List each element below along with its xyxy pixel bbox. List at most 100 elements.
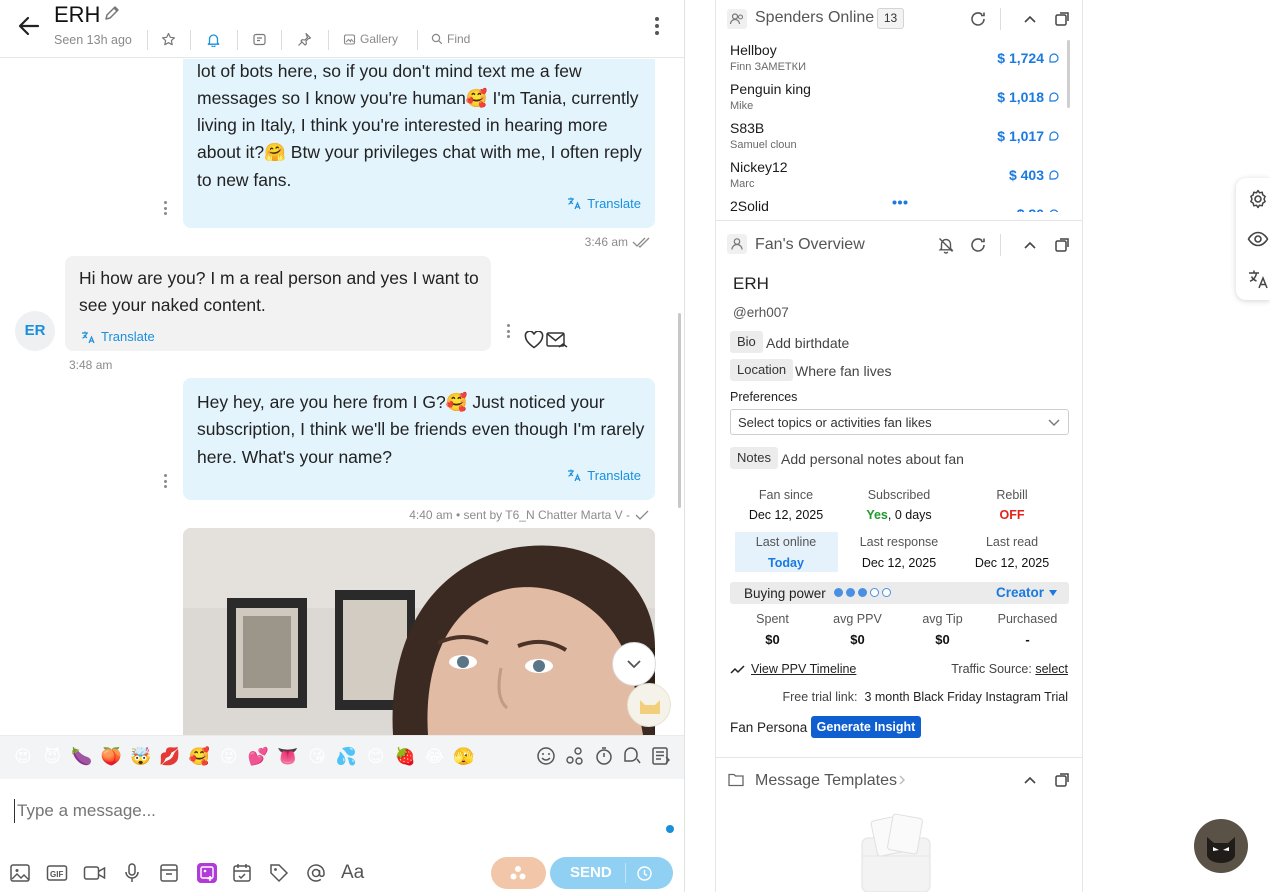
location-chip[interactable]: Location xyxy=(730,359,794,381)
chat-scrollbar[interactable] xyxy=(678,313,681,508)
chat-bubble-icon[interactable] xyxy=(1048,52,1060,64)
emoji-button[interactable]: 😂 xyxy=(424,746,446,768)
popout-icon[interactable] xyxy=(1053,236,1071,254)
schedule-clock-icon[interactable] xyxy=(636,865,653,882)
translate-link[interactable]: Translate xyxy=(567,462,641,489)
emoji-button[interactable]: 🤯 xyxy=(130,746,152,768)
chat-bubble-icon[interactable] xyxy=(1048,169,1060,181)
emoji-button[interactable]: 🍓 xyxy=(394,746,416,768)
price-tag-icon[interactable] xyxy=(268,862,290,884)
translate-link[interactable]: Translate xyxy=(81,323,155,350)
image-icon[interactable] xyxy=(9,862,31,884)
filled-dot xyxy=(834,588,843,597)
notes-input[interactable]: Add personal notes about fan xyxy=(781,451,964,467)
gear-icon[interactable] xyxy=(1247,188,1269,210)
emoji-button[interactable]: 💦 xyxy=(335,746,357,768)
script-list-icon[interactable] xyxy=(651,746,671,766)
emoji-button[interactable]: 🫣 xyxy=(453,746,475,768)
ai-assist-button[interactable] xyxy=(491,857,546,889)
pin-icon[interactable] xyxy=(297,32,312,47)
find-button[interactable]: Find xyxy=(431,31,470,47)
back-arrow-icon[interactable] xyxy=(18,15,40,37)
spender-row[interactable]: Penguin king Mike $ 1,018 xyxy=(730,81,1060,119)
refresh-icon[interactable] xyxy=(969,10,987,28)
translate-link[interactable]: Translate xyxy=(567,190,641,217)
popout-icon[interactable] xyxy=(1053,10,1071,28)
emoji-button[interactable]: 🍆 xyxy=(71,746,93,768)
vault-icon[interactable] xyxy=(158,862,180,884)
edit-pencil-icon[interactable] xyxy=(103,4,121,22)
mention-icon[interactable] xyxy=(305,862,327,884)
text-format-icon[interactable]: Aa xyxy=(341,862,367,884)
emoji-button[interactable]: 😍 xyxy=(12,746,34,768)
calendar-check-icon[interactable] xyxy=(231,862,253,884)
collapse-up-icon[interactable] xyxy=(1021,236,1039,254)
reply-mail-icon[interactable] xyxy=(546,331,568,349)
cat-widget-icon[interactable] xyxy=(627,683,671,727)
collapse-up-icon[interactable] xyxy=(1021,771,1039,789)
eye-icon[interactable] xyxy=(1247,228,1269,250)
collapse-up-icon[interactable] xyxy=(1021,10,1039,28)
location-input[interactable]: Where fan lives xyxy=(795,363,891,379)
notes-chip[interactable]: Notes xyxy=(730,447,778,469)
emoji-button[interactable]: 😈 xyxy=(41,746,63,768)
emoji-button[interactable]: 💕 xyxy=(247,746,269,768)
video-icon[interactable] xyxy=(83,862,107,884)
emoji-button[interactable]: 😊 xyxy=(365,746,387,768)
bell-icon[interactable] xyxy=(206,32,221,47)
smiley-icon[interactable] xyxy=(536,746,556,766)
overview-title: Fan's Overview xyxy=(755,236,865,253)
empty-dot xyxy=(870,588,879,597)
buying-power-tier[interactable]: Creator xyxy=(996,585,1058,600)
chevron-right-icon[interactable] xyxy=(897,774,907,786)
chat-bubble-icon[interactable] xyxy=(1048,91,1060,103)
popout-icon[interactable] xyxy=(1053,771,1071,789)
nodes-icon[interactable] xyxy=(565,746,585,766)
emoji-button[interactable]: 🥰 xyxy=(188,746,210,768)
emoji-button[interactable]: 🍑 xyxy=(100,746,122,768)
emoji-button[interactable]: 👅 xyxy=(277,746,299,768)
avatar[interactable]: ER xyxy=(15,311,55,351)
photo-attachment[interactable] xyxy=(183,528,655,735)
send-button[interactable]: SEND xyxy=(550,857,673,889)
chat-bubble-icon[interactable] xyxy=(1048,208,1060,212)
generate-insight-button[interactable]: Generate Insight xyxy=(811,716,921,738)
preferences-select[interactable]: Select topics or activities fan likes xyxy=(730,409,1069,435)
refresh-icon[interactable] xyxy=(969,236,987,254)
message-list[interactable]: lot of bots here, so if you don't mind t… xyxy=(0,59,684,735)
heart-icon[interactable] xyxy=(524,331,544,349)
spender-row[interactable]: Nickey12 Marc $ 403 xyxy=(730,159,1060,197)
gallery-button[interactable]: Gallery xyxy=(343,31,398,47)
message-options-icon[interactable] xyxy=(163,201,167,215)
chat-bubble-icon[interactable] xyxy=(622,746,642,766)
timer-icon[interactable] xyxy=(594,746,614,766)
translate-label: Translate xyxy=(587,195,641,211)
emoji-button[interactable]: 💋 xyxy=(159,746,181,768)
more-vertical-icon[interactable] xyxy=(654,16,660,36)
translate-icon[interactable] xyxy=(1247,268,1269,290)
microphone-icon[interactable] xyxy=(121,862,143,884)
gif-icon[interactable]: GIF xyxy=(46,862,68,884)
note-icon[interactable] xyxy=(252,32,267,47)
chat-bubble-icon[interactable] xyxy=(1048,130,1060,142)
bio-chip[interactable]: Bio xyxy=(730,331,763,353)
spender-row[interactable]: Hellboy Finn ЗАМЕТКИ $ 1,724 xyxy=(730,42,1060,80)
ppv-timeline-link[interactable]: View PPV Timeline xyxy=(730,662,856,676)
traffic-source-select[interactable]: select xyxy=(1035,662,1068,676)
spender-more-dots-icon[interactable] xyxy=(892,200,908,205)
message-options-icon[interactable] xyxy=(506,324,510,338)
star-icon[interactable] xyxy=(161,32,176,47)
last-read-value: Dec 12, 2025 xyxy=(974,556,1050,570)
emoji-button[interactable]: 😘 xyxy=(306,746,328,768)
spender-list-scrollbar[interactable] xyxy=(1067,40,1070,108)
bell-off-icon[interactable] xyxy=(937,236,955,254)
scroll-down-button[interactable] xyxy=(612,642,656,686)
cat-assistant-button[interactable] xyxy=(1194,819,1248,873)
ppv-media-icon[interactable] xyxy=(195,861,219,885)
spender-row[interactable]: S83B Samuel cloun $ 1,017 xyxy=(730,120,1060,158)
bio-input[interactable]: Add birthdate xyxy=(766,335,849,351)
spender-amount: $ 1,724 xyxy=(997,50,1060,66)
message-input[interactable] xyxy=(14,799,654,823)
emoji-button[interactable]: 😝 xyxy=(218,746,240,768)
message-options-icon[interactable] xyxy=(163,474,167,488)
